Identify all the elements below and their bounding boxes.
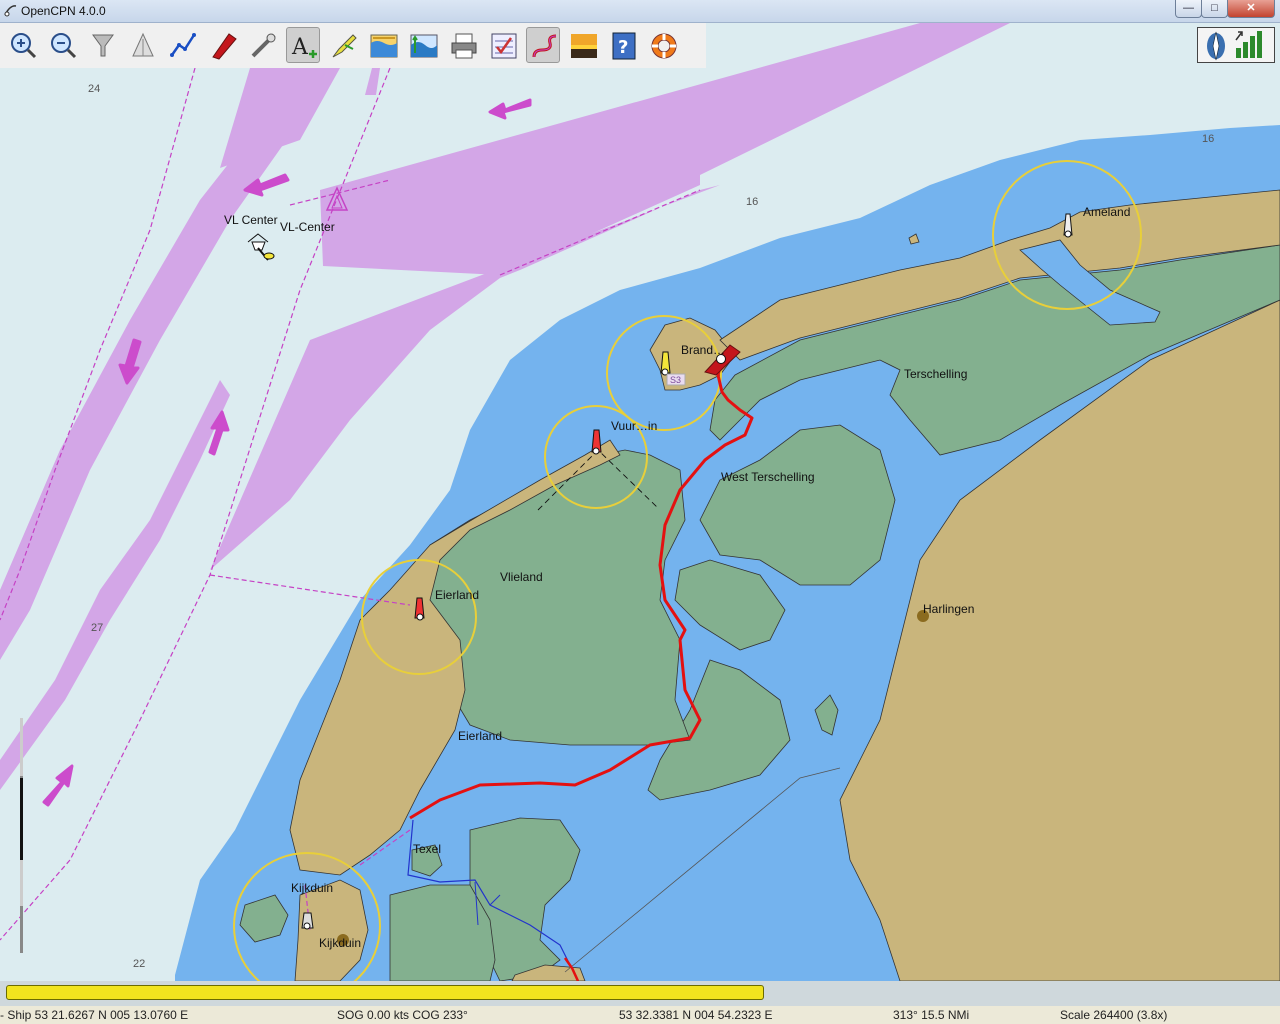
arrow-icon [488,98,532,120]
day-night-tool-button[interactable] [566,27,600,63]
lifebuoy-icon [651,33,677,59]
place-label: Harlingen [923,602,974,616]
depth-sounding: 27 [91,622,103,634]
lifebuoy-tool-button[interactable] [646,27,680,63]
place-label: West Terschelling [721,470,815,484]
arrow-icon [42,764,74,807]
depth-sounding: 22 [133,958,145,970]
sog-cog: SOG 0.00 kts COG 233° [337,1008,468,1022]
compass-icon [1207,31,1225,61]
buoy-label: S3 [670,375,681,385]
place-label: VL-Center [280,220,335,234]
depth-sounding: 16 [746,196,758,208]
status-bar: - Ship 53 21.6267 N 005 13.0760 E SOG 0.… [0,1006,1280,1024]
place-label: Vlieland [500,570,543,584]
compass-gps-widget[interactable] [1197,27,1275,63]
tide-icon [370,34,398,58]
anchor-tool-button[interactable] [126,27,160,63]
chart-canvas[interactable]: S3 VL Center VL-Center Ameland Brand… Tersch… [0,23,1280,981]
maximize-button[interactable]: □ [1201,0,1228,18]
depth-sounding: 24 [88,83,100,95]
title-bar: OpenCPN 4.0.0 — □ ✕ [0,0,1280,23]
zoom-out-icon [51,33,77,59]
track-icon [532,34,557,58]
ship-icon [212,33,237,60]
lighthouse-icon[interactable] [414,597,425,621]
measure-icon [251,33,276,58]
route-tool-button[interactable] [166,27,200,63]
zoom-in-tool-button[interactable] [6,27,40,63]
place-label: Texel [413,842,441,856]
current-icon [410,34,438,58]
mark-tool-button[interactable] [326,27,360,63]
window-title: OpenCPN 4.0.0 [21,4,106,18]
bearing-distance: 313° 15.5 NMi [893,1008,970,1022]
lighthouse-icon[interactable] [660,351,671,376]
traffic-lane-topslit [365,68,380,95]
print-icon [451,33,477,59]
lighthouse-icon[interactable] [1063,213,1073,238]
settings-icon [491,33,517,59]
place-label: Vuur…in [611,419,657,433]
place-label: Ameland [1083,205,1130,219]
main-toolbar: A? [0,23,706,68]
progress-bar [6,985,764,1000]
anchor-icon [132,32,154,57]
track-tool-button[interactable] [526,27,560,63]
help-icon: ? [612,32,636,60]
place-label: Kijkduin [319,936,361,950]
minimize-button[interactable]: — [1175,0,1202,18]
place-label: VL Center [224,213,278,227]
lighthouse-icon[interactable] [301,912,314,930]
filter-tool-button[interactable] [86,27,120,63]
measure-tool-button[interactable] [246,27,280,63]
route-icon [170,33,196,57]
text-icon: A [291,35,317,60]
filter-icon [92,34,114,57]
ship-tool-button[interactable] [206,27,240,63]
day-night-icon [571,34,597,58]
print-tool-button[interactable] [446,27,480,63]
cursor-position: 53 32.3381 N 004 54.2323 E [619,1008,773,1022]
close-button[interactable]: ✕ [1227,0,1275,18]
place-label: Eierland [435,588,479,602]
lighthouse-icon[interactable] [591,429,602,455]
vts-station-icon[interactable] [247,233,275,261]
zoom-out-tool-button[interactable] [46,27,80,63]
ship-position: - Ship 53 21.6267 N 005 13.0760 E [0,1008,189,1022]
text-tool-button[interactable]: A [286,27,320,63]
place-label: Eierland [458,729,502,743]
place-label: Kijkduin [291,881,333,895]
chart-scale: Scale 264400 (3.8x) [1060,1008,1168,1022]
mark-icon [332,34,357,58]
scale-bar [20,718,23,953]
svg-text:A: A [291,35,309,60]
gps-signal-icon [1235,31,1262,58]
tide-tool-button[interactable] [366,27,400,63]
depth-sounding: 16 [1202,133,1214,145]
zoom-in-icon [11,33,37,59]
help-tool-button[interactable]: ? [606,27,640,63]
place-label: Terschelling [904,367,967,381]
place-label: Brand… [681,343,725,357]
current-tool-button[interactable] [406,27,440,63]
svg-text:?: ? [618,37,628,58]
app-icon [4,5,17,17]
progress-track [0,981,1280,1006]
settings-tool-button[interactable] [486,27,520,63]
